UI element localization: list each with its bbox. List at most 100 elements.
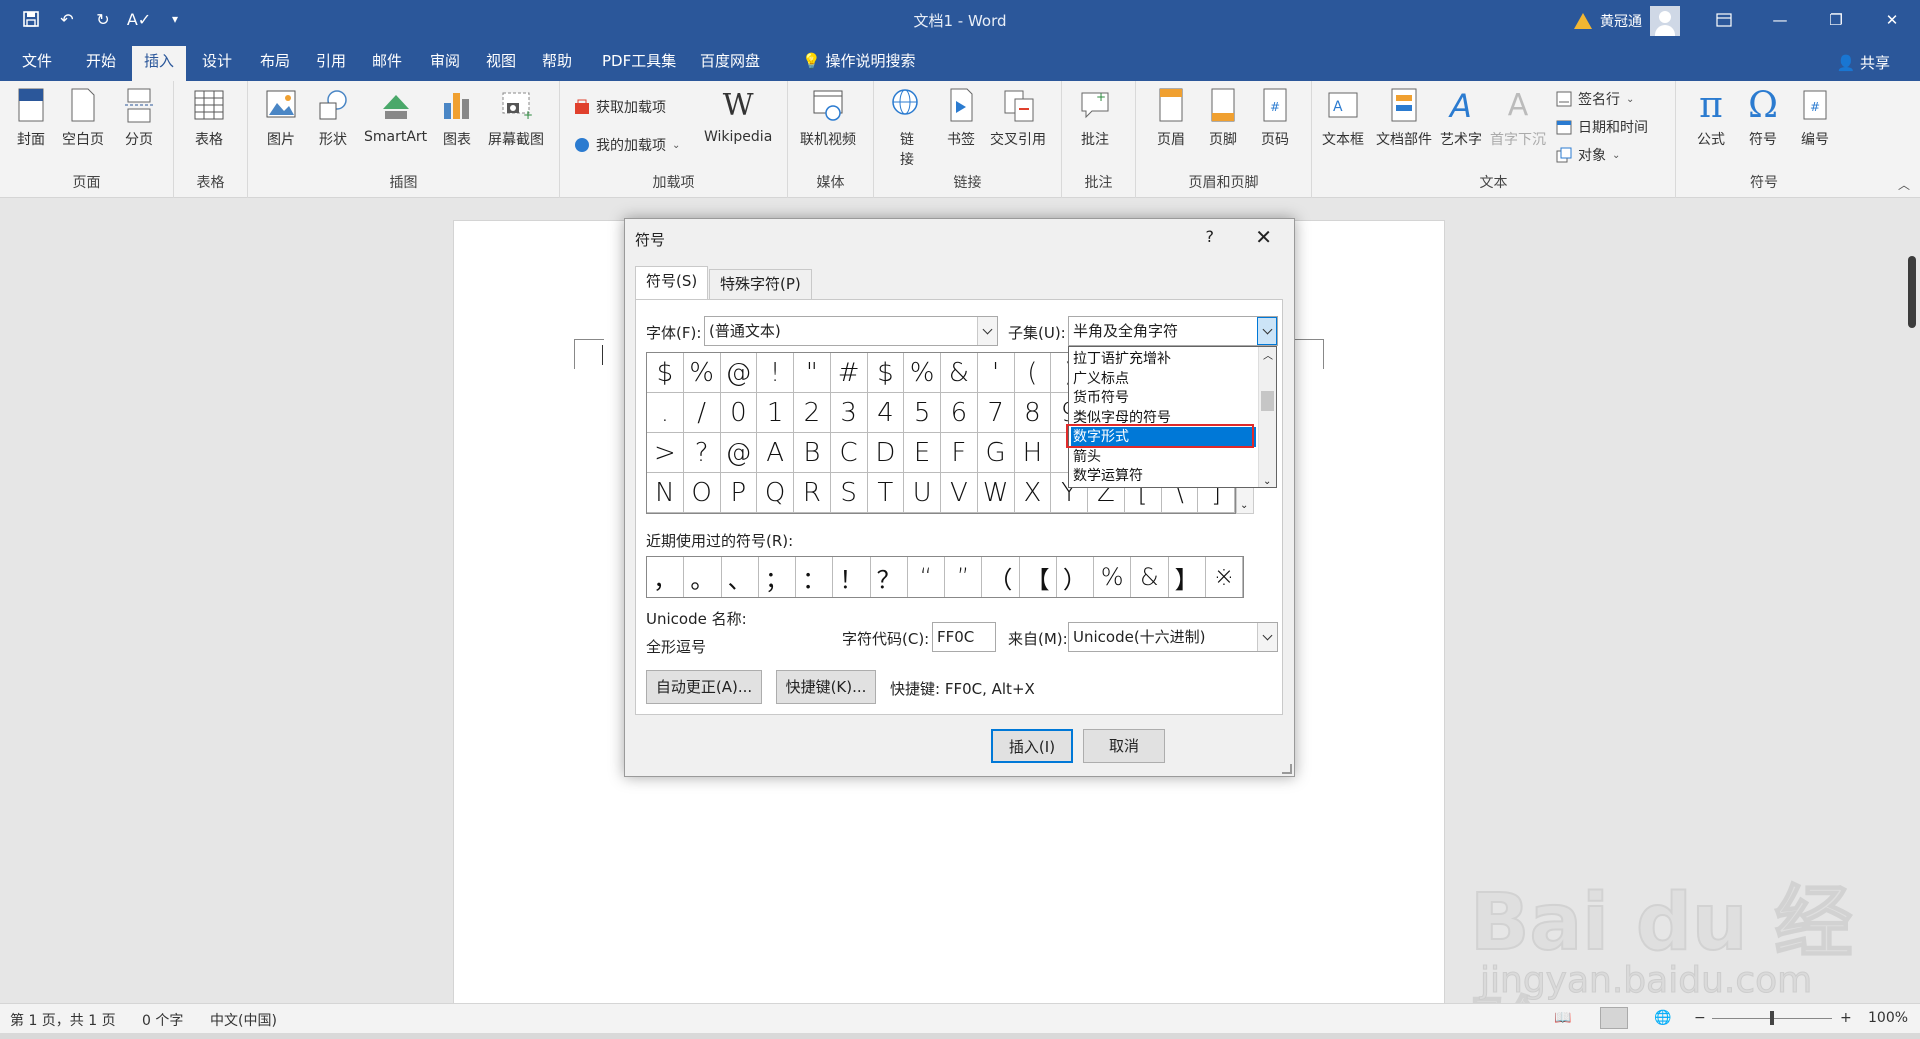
tab-insert[interactable]: 插入 (132, 46, 187, 81)
recent-symbol-cell[interactable]: ） (1057, 557, 1094, 597)
recent-symbol-cell[interactable]: “ (908, 557, 945, 597)
subset-option[interactable]: 数学运算符 (1071, 466, 1256, 486)
cross-reference-button[interactable]: 交叉引用 (990, 87, 1046, 149)
symbol-cell[interactable]: 4 (867, 393, 905, 433)
footer-button[interactable]: 页脚 (1206, 87, 1240, 149)
symbol-cell[interactable]: ' (977, 353, 1015, 393)
tab-file[interactable]: 文件 (10, 46, 64, 81)
wikipedia-button[interactable]: W Wikipedia (704, 87, 772, 145)
font-select[interactable]: (普通文本) (704, 316, 998, 346)
my-addins-button[interactable]: 我的加载项 ⌄ (574, 135, 680, 155)
header-button[interactable]: 页眉 (1154, 87, 1188, 149)
symbol-cell[interactable]: F (941, 433, 978, 473)
tab-design[interactable]: 设计 (190, 46, 244, 81)
object-button[interactable]: 对象 ⌄ (1556, 145, 1620, 165)
symbol-cell[interactable]: G (977, 433, 1015, 473)
tab-special-characters[interactable]: 特殊字符(P) (709, 269, 812, 299)
tab-pdf-tools[interactable]: PDF工具集 (590, 46, 688, 81)
screenshot-button[interactable]: + 屏幕截图 (488, 87, 544, 149)
symbol-button[interactable]: Ω 符号 (1746, 87, 1780, 149)
subset-option[interactable]: 货币符号 (1071, 388, 1256, 408)
symbol-cell[interactable]: U (904, 473, 941, 513)
subset-option[interactable]: 拉丁语扩充增补 (1071, 349, 1256, 369)
chart-button[interactable]: 图表 (440, 87, 474, 149)
redo-icon[interactable]: ↻ (90, 6, 116, 32)
avatar[interactable] (1650, 6, 1680, 36)
resize-grip-icon[interactable] (1282, 764, 1292, 774)
symbol-cell[interactable]: % (683, 353, 721, 393)
share-button[interactable]: 👤 共享 (1837, 52, 1890, 73)
recent-symbol-cell[interactable]: & (1131, 557, 1169, 597)
recent-symbol-cell[interactable]: ， (647, 557, 685, 597)
tab-layout[interactable]: 布局 (248, 46, 302, 81)
undo-icon[interactable]: ↶ (54, 6, 80, 32)
insert-button[interactable]: 插入(I) (991, 729, 1073, 763)
textbox-button[interactable]: A 文本框 (1322, 87, 1364, 149)
recent-symbol-cell[interactable]: ※ (1206, 557, 1243, 597)
symbol-cell[interactable]: . (647, 393, 684, 433)
char-code-input[interactable]: FF0C (932, 622, 996, 652)
word-count[interactable]: 0 个字 (142, 1010, 183, 1030)
collapse-ribbon-icon[interactable]: ︿ (1898, 176, 1910, 193)
link-button[interactable]: 链 接 (890, 87, 924, 169)
symbol-cell[interactable]: 7 (977, 393, 1015, 433)
wordart-button[interactable]: A 艺术字 (1440, 87, 1482, 149)
ribbon-display-options-icon[interactable] (1696, 0, 1752, 40)
symbol-cell[interactable]: P (720, 473, 758, 513)
document-scroll-thumb[interactable] (1908, 256, 1916, 328)
language-indicator[interactable]: 中文(中国) (210, 1010, 277, 1030)
symbol-cell[interactable]: D (867, 433, 905, 473)
cover-page-button[interactable]: 封面 (14, 87, 48, 149)
recent-symbol-cell[interactable]: % (1094, 557, 1132, 597)
symbol-cell[interactable]: # (830, 353, 868, 393)
zoom-slider[interactable] (1712, 1011, 1832, 1025)
recent-symbol-cell[interactable]: ？ (871, 557, 908, 597)
symbol-cell[interactable]: 8 (1014, 393, 1052, 433)
help-button[interactable]: ? (1206, 227, 1215, 246)
warning-icon[interactable] (1574, 13, 1592, 29)
bookmark-button[interactable]: 书签 (944, 87, 978, 149)
dialog-close-icon[interactable]: ✕ (1255, 225, 1272, 249)
symbol-cell[interactable]: @ (720, 433, 758, 473)
symbol-cell[interactable]: > (647, 433, 684, 473)
zoom-slider-thumb[interactable] (1770, 1011, 1774, 1025)
symbol-cell[interactable]: T (867, 473, 905, 513)
subset-dropdown-list[interactable]: 拉丁语扩充增补 广义标点 货币符号 类似字母的符号 数字形式 箭头 数学运算符 ︿ ⌄ (1068, 346, 1277, 488)
recent-symbol-cell[interactable]: ” (945, 557, 983, 597)
cancel-button[interactable]: 取消 (1083, 729, 1165, 763)
save-icon[interactable] (18, 6, 44, 32)
tab-baidu-pan[interactable]: 百度网盘 (688, 46, 772, 81)
symbol-cell[interactable]: E (904, 433, 941, 473)
symbol-cell[interactable]: ! (757, 353, 794, 393)
equation-button[interactable]: π 公式 (1694, 87, 1728, 149)
recent-symbol-cell[interactable]: 、 (722, 557, 759, 597)
symbol-cell[interactable]: $ (647, 353, 684, 393)
subset-select[interactable]: 半角及全角字符 (1068, 316, 1278, 346)
symbol-cell[interactable]: X (1014, 473, 1052, 513)
autocorrect-button[interactable]: 自动更正(A)... (646, 670, 762, 704)
symbol-cell[interactable]: R (794, 473, 831, 513)
symbol-cell[interactable]: 5 (904, 393, 941, 433)
user-name[interactable]: 黄冠通 (1600, 11, 1642, 31)
subset-option[interactable]: 广义标点 (1071, 369, 1256, 389)
table-button[interactable]: 表格 (192, 87, 226, 149)
symbol-cell[interactable]: Q (757, 473, 794, 513)
symbol-cell[interactable]: O (683, 473, 721, 513)
recent-symbol-cell[interactable]: ； (759, 557, 796, 597)
zoom-in-icon[interactable]: + (1840, 1010, 1852, 1026)
symbol-cell[interactable]: 2 (794, 393, 831, 433)
comment-button[interactable]: + 批注 (1078, 87, 1112, 149)
web-layout-icon[interactable]: 🌐 (1654, 1010, 1671, 1026)
tab-home[interactable]: 开始 (74, 46, 128, 81)
symbol-cell[interactable]: 1 (757, 393, 794, 433)
symbol-cell[interactable]: C (830, 433, 868, 473)
symbol-cell[interactable]: H (1014, 433, 1052, 473)
recent-symbol-cell[interactable]: ！ (833, 557, 871, 597)
page-break-button[interactable]: 分页 (122, 87, 156, 149)
symbol-cell[interactable]: W (977, 473, 1015, 513)
symbol-cell[interactable]: " (794, 353, 831, 393)
tab-review[interactable]: 审阅 (418, 46, 472, 81)
tab-help[interactable]: 帮助 (530, 46, 584, 81)
symbol-cell[interactable]: N (647, 473, 684, 513)
dropdown-scroll-thumb[interactable] (1261, 391, 1274, 411)
